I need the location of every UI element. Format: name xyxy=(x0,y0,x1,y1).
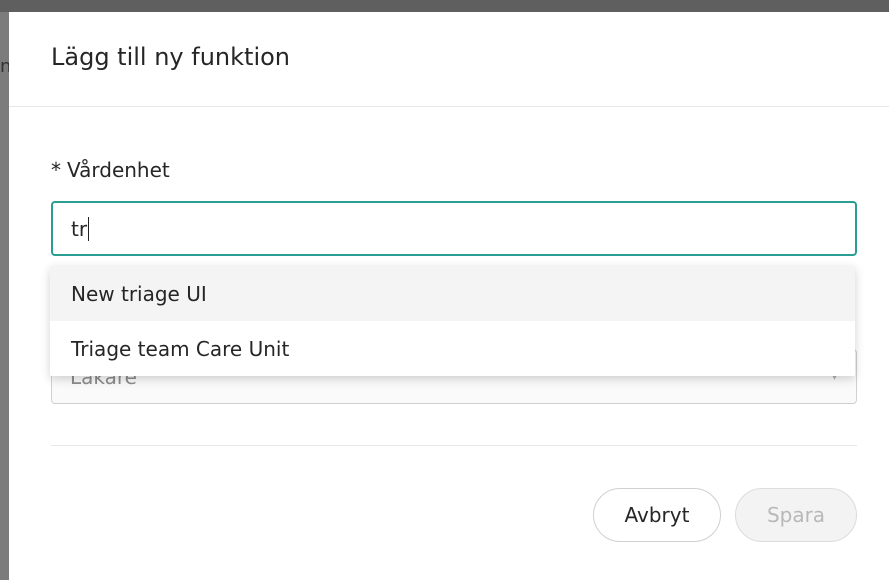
add-function-modal: Lägg till ny funktion * Vårdenhet tr Läka… xyxy=(9,12,889,580)
save-button[interactable]: Spara xyxy=(735,488,857,542)
required-mark: * xyxy=(51,158,61,182)
care-unit-label-text: Vårdenhet xyxy=(67,158,170,182)
care-unit-dropdown: New triage UI Triage team Care Unit xyxy=(50,266,855,376)
modal-title: Lägg till ny funktion xyxy=(51,43,291,71)
dropdown-option-triage-team-care-unit[interactable]: Triage team Care Unit xyxy=(50,321,855,376)
modal-header: Lägg till ny funktion xyxy=(9,12,889,107)
cancel-button[interactable]: Avbryt xyxy=(593,488,721,542)
care-unit-input[interactable]: tr xyxy=(51,201,857,256)
care-unit-input-value: tr xyxy=(71,216,88,241)
care-unit-label: * Vårdenhet xyxy=(51,158,170,182)
dropdown-option-new-triage-ui[interactable]: New triage UI xyxy=(50,266,855,321)
footer-divider xyxy=(51,445,857,446)
text-caret xyxy=(88,216,90,241)
